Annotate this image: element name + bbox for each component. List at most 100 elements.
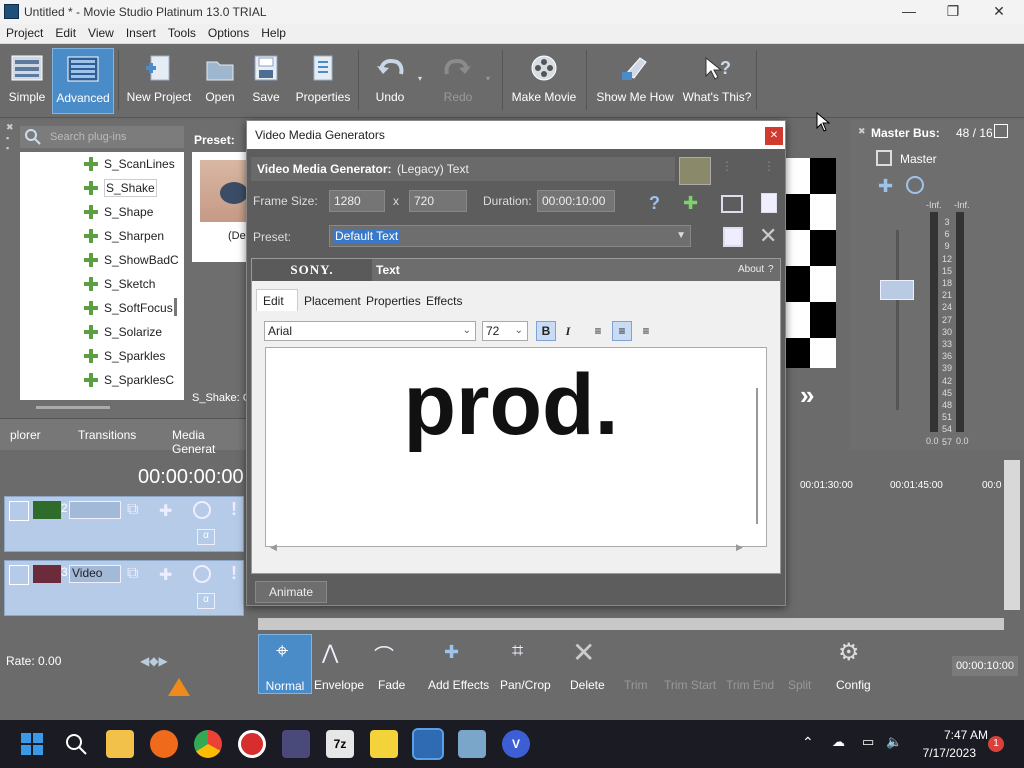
track-mute-icon[interactable]	[193, 565, 211, 583]
about-link[interactable]: About	[738, 264, 764, 275]
track-name-field[interactable]: Video	[69, 565, 121, 583]
about-help-link[interactable]: ?	[768, 264, 774, 275]
make-movie-button[interactable]: Make Movie	[508, 48, 580, 114]
undo-dropdown-icon[interactable]: ▾	[418, 74, 422, 83]
notification-badge[interactable]: 1	[988, 736, 1004, 752]
whats-this-button[interactable]: ? What's This?	[682, 48, 752, 114]
tray-chevron-up-icon[interactable]: ⌃	[802, 734, 814, 751]
bold-button[interactable]: B	[536, 321, 556, 341]
plugin-item[interactable]: S_Sharpen	[20, 224, 184, 248]
record-app-icon[interactable]	[238, 730, 266, 758]
menu-options[interactable]: Options	[202, 24, 255, 42]
plugin-item[interactable]: S_Sparkles	[20, 344, 184, 368]
tab-edit[interactable]: Edit	[256, 289, 298, 311]
text-vscrollbar[interactable]	[756, 388, 758, 524]
fade-tool-button[interactable]: Fade	[378, 678, 405, 692]
track-fx-icon[interactable]: ✚	[159, 501, 172, 521]
plugin-list-vscrollbar[interactable]	[174, 298, 177, 316]
chrome-icon[interactable]	[194, 730, 222, 758]
font-size-select[interactable]: 72 ⌄	[482, 321, 528, 341]
cloud-icon[interactable]: ☁	[832, 734, 845, 750]
menu-help[interactable]: Help	[255, 24, 292, 42]
composite-icon[interactable]: ⧉	[127, 501, 138, 519]
menu-project[interactable]: Project	[0, 24, 49, 42]
frame-width-field[interactable]: 1280	[329, 190, 385, 212]
track-solo-icon[interactable]: !	[231, 563, 237, 584]
italic-button[interactable]: I	[558, 321, 578, 341]
tab-effects[interactable]: Effects	[426, 294, 462, 308]
delete-button[interactable]: Delete	[570, 678, 605, 692]
delete-preset-icon[interactable]: ✕	[759, 223, 777, 249]
volume-icon[interactable]: 🔈	[886, 734, 902, 750]
search-icon[interactable]	[62, 730, 90, 758]
envelope-tool-button[interactable]: Envelope	[314, 678, 364, 692]
align-left-icon[interactable]: ≡	[588, 321, 608, 341]
open-button[interactable]: Open	[198, 48, 242, 114]
insert-fx-icon[interactable]: ✚	[878, 176, 893, 197]
track-name-field[interactable]	[69, 501, 121, 519]
plugin-item[interactable]: S_SoftFocus	[20, 296, 184, 320]
plugin-item[interactable]: S_ScanLines	[20, 152, 184, 176]
alpha-icon[interactable]: α	[197, 593, 215, 609]
movie-studio-active-icon[interactable]	[412, 728, 444, 760]
track-header-3[interactable]: 3 Video ⧉ ✚ ! α	[4, 560, 244, 616]
tab-explorer[interactable]: plorer	[10, 428, 41, 442]
align-right-icon[interactable]: ≡	[636, 321, 656, 341]
plugin-item-selected[interactable]: S_Shake	[20, 176, 184, 200]
add-effects-button[interactable]: Add Effects	[428, 678, 489, 692]
master-fader-handle[interactable]	[880, 280, 914, 300]
new-project-button[interactable]: New Project	[124, 48, 194, 114]
minimize-button[interactable]: —	[886, 0, 932, 24]
track-header-2[interactable]: 2 ⧉ ✚ ! α	[4, 496, 244, 552]
file-explorer-icon[interactable]	[106, 730, 134, 758]
7zip-icon[interactable]: 7z	[326, 730, 354, 758]
alpha-icon[interactable]: α	[197, 529, 215, 545]
simple-button[interactable]: Simple	[4, 48, 50, 114]
plugin-item[interactable]: S_Sketch	[20, 272, 184, 296]
mute-icon[interactable]	[906, 176, 924, 194]
font-select[interactable]: Arial ⌄	[264, 321, 476, 341]
tab-properties[interactable]: Properties	[366, 294, 421, 308]
menu-tools[interactable]: Tools	[162, 24, 202, 42]
track-expand-icon[interactable]	[9, 501, 29, 521]
plugin-search-box[interactable]: Search plug-ins	[20, 126, 184, 148]
playrate-handle[interactable]	[168, 678, 190, 696]
track-fx-icon[interactable]: ✚	[159, 565, 172, 585]
properties-button[interactable]: Properties	[292, 48, 354, 114]
track-expand-icon[interactable]	[9, 565, 29, 585]
panel-grip-icon[interactable]: ✖ ▪ ▪	[6, 122, 16, 182]
align-center-icon[interactable]: ≡	[612, 321, 632, 341]
plugin-item[interactable]: S_SparklesC	[20, 368, 184, 392]
help-icon[interactable]: ?	[649, 193, 660, 214]
show-me-how-button[interactable]: Show Me How	[592, 48, 678, 114]
menu-view[interactable]: View	[82, 24, 120, 42]
dialog-close-button[interactable]: ✕	[765, 127, 783, 145]
frame-height-field[interactable]: 720	[409, 190, 467, 212]
save-button[interactable]: Save	[246, 48, 286, 114]
preset-dropdown[interactable]: Default Text ▼	[329, 225, 691, 247]
maximize-button[interactable]: ❐	[930, 0, 976, 24]
bus-properties-icon[interactable]	[994, 124, 1008, 138]
scroll-left-icon[interactable]: ◀	[270, 542, 277, 553]
forward-chevron-icon[interactable]: »	[800, 380, 814, 411]
network-icon[interactable]: ▭	[862, 734, 874, 750]
undo-button[interactable]: Undo	[364, 48, 416, 114]
menu-insert[interactable]: Insert	[120, 24, 162, 42]
clock-date[interactable]: 7/17/2023	[906, 746, 976, 760]
text-edit-area[interactable]: prod. ◀ ▶	[265, 347, 767, 552]
firefox-icon[interactable]	[150, 730, 178, 758]
m-app-icon[interactable]	[370, 730, 398, 758]
presentation-app-icon[interactable]	[458, 730, 486, 758]
tab-placement[interactable]: Placement	[304, 294, 361, 308]
track-mute-icon[interactable]	[193, 501, 211, 519]
composite-icon[interactable]: ⧉	[127, 565, 138, 583]
end-time-field[interactable]: 00:00:10:00	[952, 656, 1018, 676]
save-preset-icon[interactable]	[723, 227, 743, 247]
pan-crop-button[interactable]: Pan/Crop	[500, 678, 551, 692]
advanced-button[interactable]: Advanced	[52, 48, 114, 114]
playrate-slider-icon[interactable]: ◀◆▶	[140, 654, 168, 668]
add-plugin-icon[interactable]: ✚	[683, 193, 698, 214]
clock-time[interactable]: 7:47 AM	[918, 728, 988, 742]
plugin-props-icon[interactable]	[761, 193, 777, 213]
windows-start-icon[interactable]	[18, 730, 46, 758]
